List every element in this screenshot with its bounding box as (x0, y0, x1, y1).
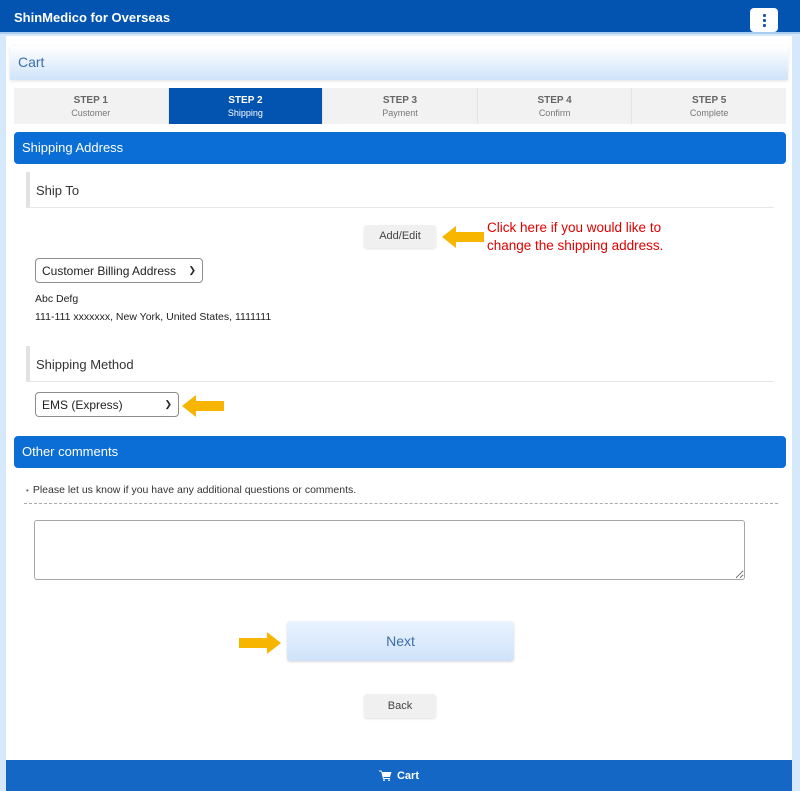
shipping-address-section-header: Shipping Address (14, 132, 786, 164)
step-shipping: STEP 2 Shipping (168, 88, 324, 124)
arrow-left-icon (182, 395, 224, 417)
select-value: EMS (Express) (42, 397, 123, 412)
step-number: STEP 5 (692, 95, 727, 106)
step-complete: STEP 5 Complete (632, 88, 786, 124)
chevron-down-icon: ❯ (164, 398, 172, 409)
other-comments-section-header: Other comments (14, 436, 786, 468)
annotation-line: Click here if you would like to (487, 220, 662, 235)
section-title: Other comments (22, 444, 119, 459)
next-button[interactable]: Next (287, 621, 514, 661)
select-value: Customer Billing Address (42, 263, 177, 278)
step-confirm: STEP 4 Confirm (477, 88, 633, 124)
arrow-right-icon (239, 632, 281, 654)
checkout-steps: STEP 1 Customer STEP 2 Shipping STEP 3 P… (14, 88, 786, 124)
step-customer: STEP 1 Customer (14, 88, 169, 124)
step-payment: STEP 3 Payment (323, 88, 478, 124)
shopping-cart-icon (378, 770, 392, 781)
kebab-menu-icon (762, 13, 766, 27)
step-label: Confirm (538, 108, 571, 118)
arrow-left-icon (442, 226, 484, 248)
menu-button[interactable] (750, 8, 778, 32)
shipping-method-subheader: Shipping Method (26, 346, 774, 382)
comments-textarea[interactable] (34, 520, 745, 580)
main-content: Cart STEP 1 Customer STEP 2 Shipping STE… (6, 36, 792, 760)
comments-instruction: • Please let us know if you have any addi… (24, 484, 778, 504)
add-edit-button[interactable]: Add/Edit (364, 225, 436, 248)
footer-cart-bar[interactable]: Cart (6, 760, 792, 791)
step-number: STEP 1 (73, 95, 108, 106)
step-number: STEP 3 (382, 95, 418, 106)
section-title: Shipping Address (22, 140, 124, 155)
annotation-line: change the shipping address. (487, 238, 664, 253)
ship-to-subheader: Ship To (26, 172, 774, 208)
step-number: STEP 4 (537, 95, 572, 106)
page-title: Cart (18, 54, 45, 70)
step-label: Customer (71, 108, 111, 118)
shipping-method-select[interactable]: EMS (Express) ❯ (35, 392, 179, 417)
app-header: ShinMedico for Overseas (0, 0, 800, 34)
app-title: ShinMedico for Overseas (14, 10, 171, 25)
back-button[interactable]: Back (364, 694, 436, 718)
step-number: STEP 2 (228, 95, 263, 106)
page-title-bar: Cart (10, 46, 788, 80)
step-label: Shipping (227, 108, 263, 118)
bullet: • (26, 486, 29, 495)
step-label: Payment (382, 108, 418, 118)
recipient-name: Abc Defg (35, 293, 79, 305)
footer-cart-label: Cart (396, 769, 419, 782)
recipient-address: 111-111 xxxxxxx, New York, United States… (35, 311, 272, 323)
chevron-down-icon: ❯ (188, 264, 196, 275)
note-text: Please let us know if you have any addit… (32, 484, 357, 496)
step-label: Complete (689, 108, 729, 118)
add-edit-annotation: Click here if you would like to change t… (487, 219, 663, 255)
ship-to-label: Ship To (36, 183, 80, 198)
shipping-method-label: Shipping Method (36, 357, 134, 372)
ship-to-address-select[interactable]: Customer Billing Address ❯ (35, 258, 203, 283)
